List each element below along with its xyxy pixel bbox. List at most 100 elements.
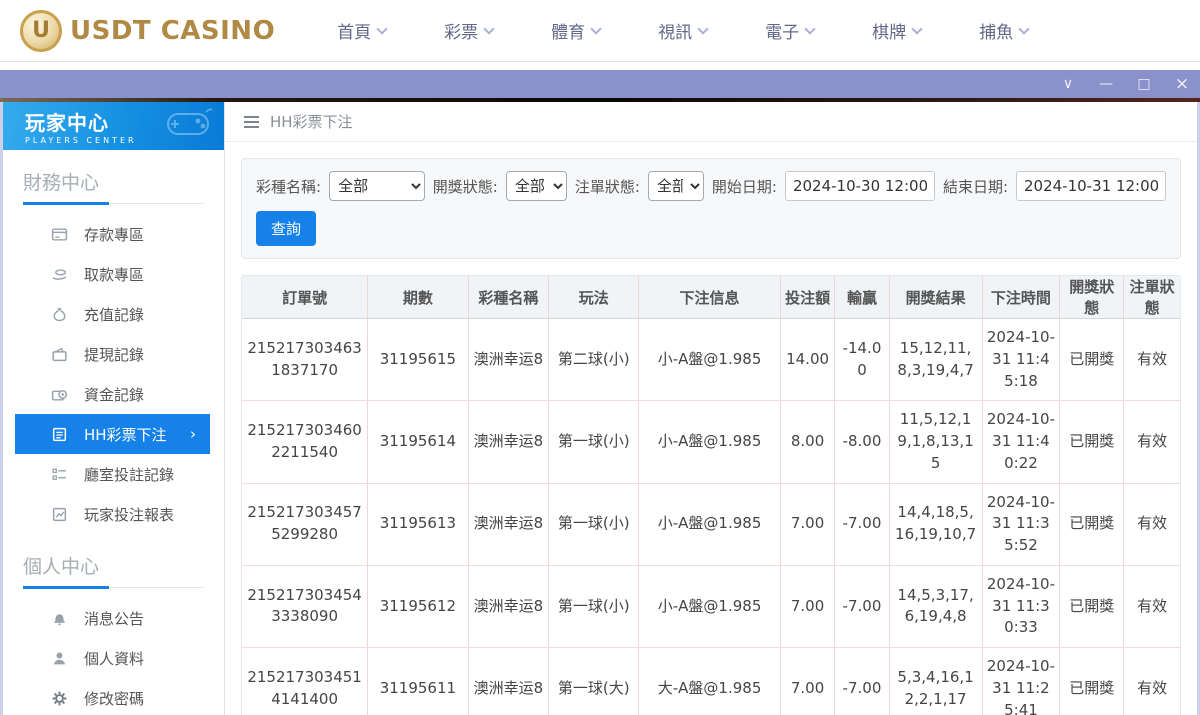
collapse-icon[interactable]: ∨ bbox=[1060, 77, 1076, 91]
cell-order-no: 2152173034631837170 bbox=[242, 318, 368, 402]
nav-lottery[interactable]: 彩票 bbox=[444, 18, 495, 43]
report-chart-icon bbox=[51, 506, 68, 523]
order-status-select[interactable]: 全部 bbox=[647, 171, 704, 201]
cell-bet-info: 小-A盤@1.985 bbox=[638, 565, 781, 649]
nav-live-label: 視訊 bbox=[658, 23, 693, 43]
sidebar-item-room-bet-record[interactable]: 廳室投註記錄 bbox=[15, 454, 210, 494]
cell-winloss: -8.00 bbox=[834, 400, 890, 484]
nav-home[interactable]: 首頁 bbox=[337, 18, 388, 43]
minimize-icon[interactable]: — bbox=[1098, 77, 1114, 91]
cell-period: 31195614 bbox=[367, 400, 469, 484]
gear-icon bbox=[51, 690, 68, 707]
cell-play-type: 第一球(小) bbox=[548, 483, 639, 566]
cell-lottery-name: 澳洲幸运8 bbox=[467, 483, 549, 566]
nav-sports-label: 體育 bbox=[551, 23, 586, 43]
nav-slots-label: 電子 bbox=[765, 23, 800, 43]
moneybag-icon bbox=[51, 306, 68, 323]
nav-cards-label: 棋牌 bbox=[872, 23, 907, 43]
coins-icon bbox=[51, 386, 68, 403]
chevron-down-icon bbox=[376, 22, 388, 35]
col-period: 期數 bbox=[367, 276, 469, 319]
nav-live[interactable]: 視訊 bbox=[658, 18, 709, 43]
cell-winloss: -14.00 bbox=[834, 318, 890, 402]
table-row: 2152173034514141400 31195611 澳洲幸运8 第一球(大… bbox=[242, 647, 1180, 715]
sidebar-item-change-password[interactable]: 修改密碼 bbox=[15, 678, 210, 715]
col-draw-status: 開獎狀態 bbox=[1059, 276, 1124, 319]
sidebar-item-deposit[interactable]: 存款專區 bbox=[15, 214, 210, 254]
bet-list-icon bbox=[51, 426, 68, 443]
cell-draw-status: 已開獎 bbox=[1059, 400, 1124, 484]
cell-play-type: 第一球(小) bbox=[548, 565, 639, 649]
chevron-down-icon bbox=[483, 22, 495, 35]
cell-bet-amount: 8.00 bbox=[779, 400, 835, 484]
maximize-icon[interactable]: □ bbox=[1136, 77, 1152, 91]
sidebar-item-label: 充值記錄 bbox=[84, 305, 145, 324]
section-personal-title: 個人中心 bbox=[23, 552, 204, 589]
search-button[interactable]: 查詢 bbox=[256, 211, 317, 246]
order-status-label: 注單狀態: bbox=[574, 177, 640, 196]
logo-text: USDT CASINO bbox=[70, 15, 276, 46]
nav-cards[interactable]: 棋牌 bbox=[872, 18, 923, 43]
end-date-label: 結束日期: bbox=[942, 177, 1008, 196]
cell-winloss: -7.00 bbox=[834, 483, 890, 566]
cell-bet-time: 2024-10-31 11:25:41 bbox=[981, 647, 1060, 715]
sidebar-item-label: 個人資料 bbox=[84, 649, 145, 668]
sidebar-item-withdraw[interactable]: 取款專區 bbox=[15, 254, 210, 294]
sidebar-item-player-report[interactable]: 玩家投注報表 bbox=[15, 494, 210, 534]
cell-draw-status: 已開獎 bbox=[1059, 647, 1124, 715]
start-date-label: 開始日期: bbox=[711, 177, 777, 196]
nav-slots[interactable]: 電子 bbox=[765, 18, 816, 43]
sidebar-item-profile[interactable]: 個人資料 bbox=[15, 638, 210, 678]
hamburger-icon[interactable] bbox=[243, 115, 260, 129]
cell-draw-result: 14,5,3,17,6,19,4,8 bbox=[888, 565, 983, 649]
cell-play-type: 第一球(小) bbox=[548, 400, 639, 484]
chevron-down-icon bbox=[590, 22, 602, 35]
finance-menu: 存款專區 取款專區 充值記錄 提現記錄 資金記錄 HH彩票下注 › 廳室投註記錄… bbox=[3, 214, 224, 534]
chevron-down-icon bbox=[804, 22, 816, 35]
sidebar-item-withdraw-record[interactable]: 提現記錄 bbox=[15, 334, 210, 374]
sidebar-item-label: 消息公告 bbox=[84, 609, 145, 628]
end-date-input[interactable] bbox=[1016, 171, 1166, 201]
cell-bet-time: 2024-10-31 11:40:22 bbox=[981, 400, 1060, 484]
draw-status-select[interactable]: 全部 bbox=[505, 171, 567, 201]
cell-draw-status: 已開獎 bbox=[1059, 565, 1124, 649]
col-draw-result: 開獎結果 bbox=[888, 276, 983, 319]
page-title: HH彩票下注 bbox=[270, 113, 353, 131]
bets-table-panel: 訂單號 期數 彩種名稱 玩法 下注信息 投注額 輸贏 開獎結果 下注時間 開獎狀… bbox=[241, 275, 1181, 715]
sidebar: 玩家中心 PLAYERS CENTER 財務中心 存款專區 取款專區 充值記錄 … bbox=[3, 102, 225, 715]
cell-period: 31195613 bbox=[367, 483, 469, 566]
sidebar-item-hh-lottery-bets[interactable]: HH彩票下注 › bbox=[15, 414, 210, 454]
cell-bet-info: 小-A盤@1.985 bbox=[638, 318, 781, 402]
table-row: 2152173034543338090 31195612 澳洲幸运8 第一球(小… bbox=[242, 565, 1180, 649]
logo[interactable]: U USDT CASINO bbox=[20, 9, 276, 52]
cell-lottery-name: 澳洲幸运8 bbox=[467, 318, 549, 402]
top-nav: U USDT CASINO 首頁 彩票 體育 視訊 電子 棋牌 捕魚 bbox=[0, 0, 1200, 62]
nav-fishing[interactable]: 捕魚 bbox=[979, 18, 1030, 43]
lottery-name-select[interactable]: 全部 bbox=[329, 171, 425, 201]
close-icon[interactable]: × bbox=[1174, 75, 1190, 93]
bets-table: 訂單號 期數 彩種名稱 玩法 下注信息 投注額 輸贏 開獎結果 下注時間 開獎狀… bbox=[242, 276, 1180, 715]
cell-winloss: -7.00 bbox=[834, 565, 890, 649]
cell-draw-result: 15,12,11,8,3,19,4,7 bbox=[888, 318, 983, 402]
sidebar-item-funds-record[interactable]: 資金記錄 bbox=[15, 374, 210, 414]
cell-bet-time: 2024-10-31 11:45:18 bbox=[981, 318, 1060, 402]
sidebar-item-label: 玩家投注報表 bbox=[84, 505, 175, 524]
sidebar-item-label: 取款專區 bbox=[84, 265, 145, 284]
sidebar-item-announcements[interactable]: 消息公告 bbox=[15, 598, 210, 638]
start-date-input[interactable] bbox=[784, 171, 935, 201]
cell-order-no: 2152173034514141400 bbox=[242, 647, 368, 715]
cell-period: 31195612 bbox=[367, 565, 469, 649]
cell-bet-info: 大-A盤@1.985 bbox=[638, 647, 781, 715]
cell-draw-status: 已開獎 bbox=[1059, 483, 1124, 566]
main-content: HH彩票下注 彩種名稱: 全部 開獎狀態: 全部 注單狀態: 全部 開始日期: … bbox=[225, 102, 1197, 715]
table-row: 2152173034602211540 31195614 澳洲幸运8 第一球(小… bbox=[242, 400, 1180, 484]
lottery-name-label: 彩種名稱: bbox=[256, 177, 322, 196]
sidebar-item-recharge-record[interactable]: 充值記錄 bbox=[15, 294, 210, 334]
bell-icon bbox=[51, 610, 68, 627]
nav-lottery-label: 彩票 bbox=[444, 23, 479, 43]
nav-sports[interactable]: 體育 bbox=[551, 18, 602, 43]
cell-lottery-name: 澳洲幸运8 bbox=[467, 400, 549, 484]
draw-status-label: 開獎狀態: bbox=[432, 177, 498, 196]
col-order-no: 訂單號 bbox=[242, 276, 368, 319]
user-icon bbox=[51, 650, 68, 667]
